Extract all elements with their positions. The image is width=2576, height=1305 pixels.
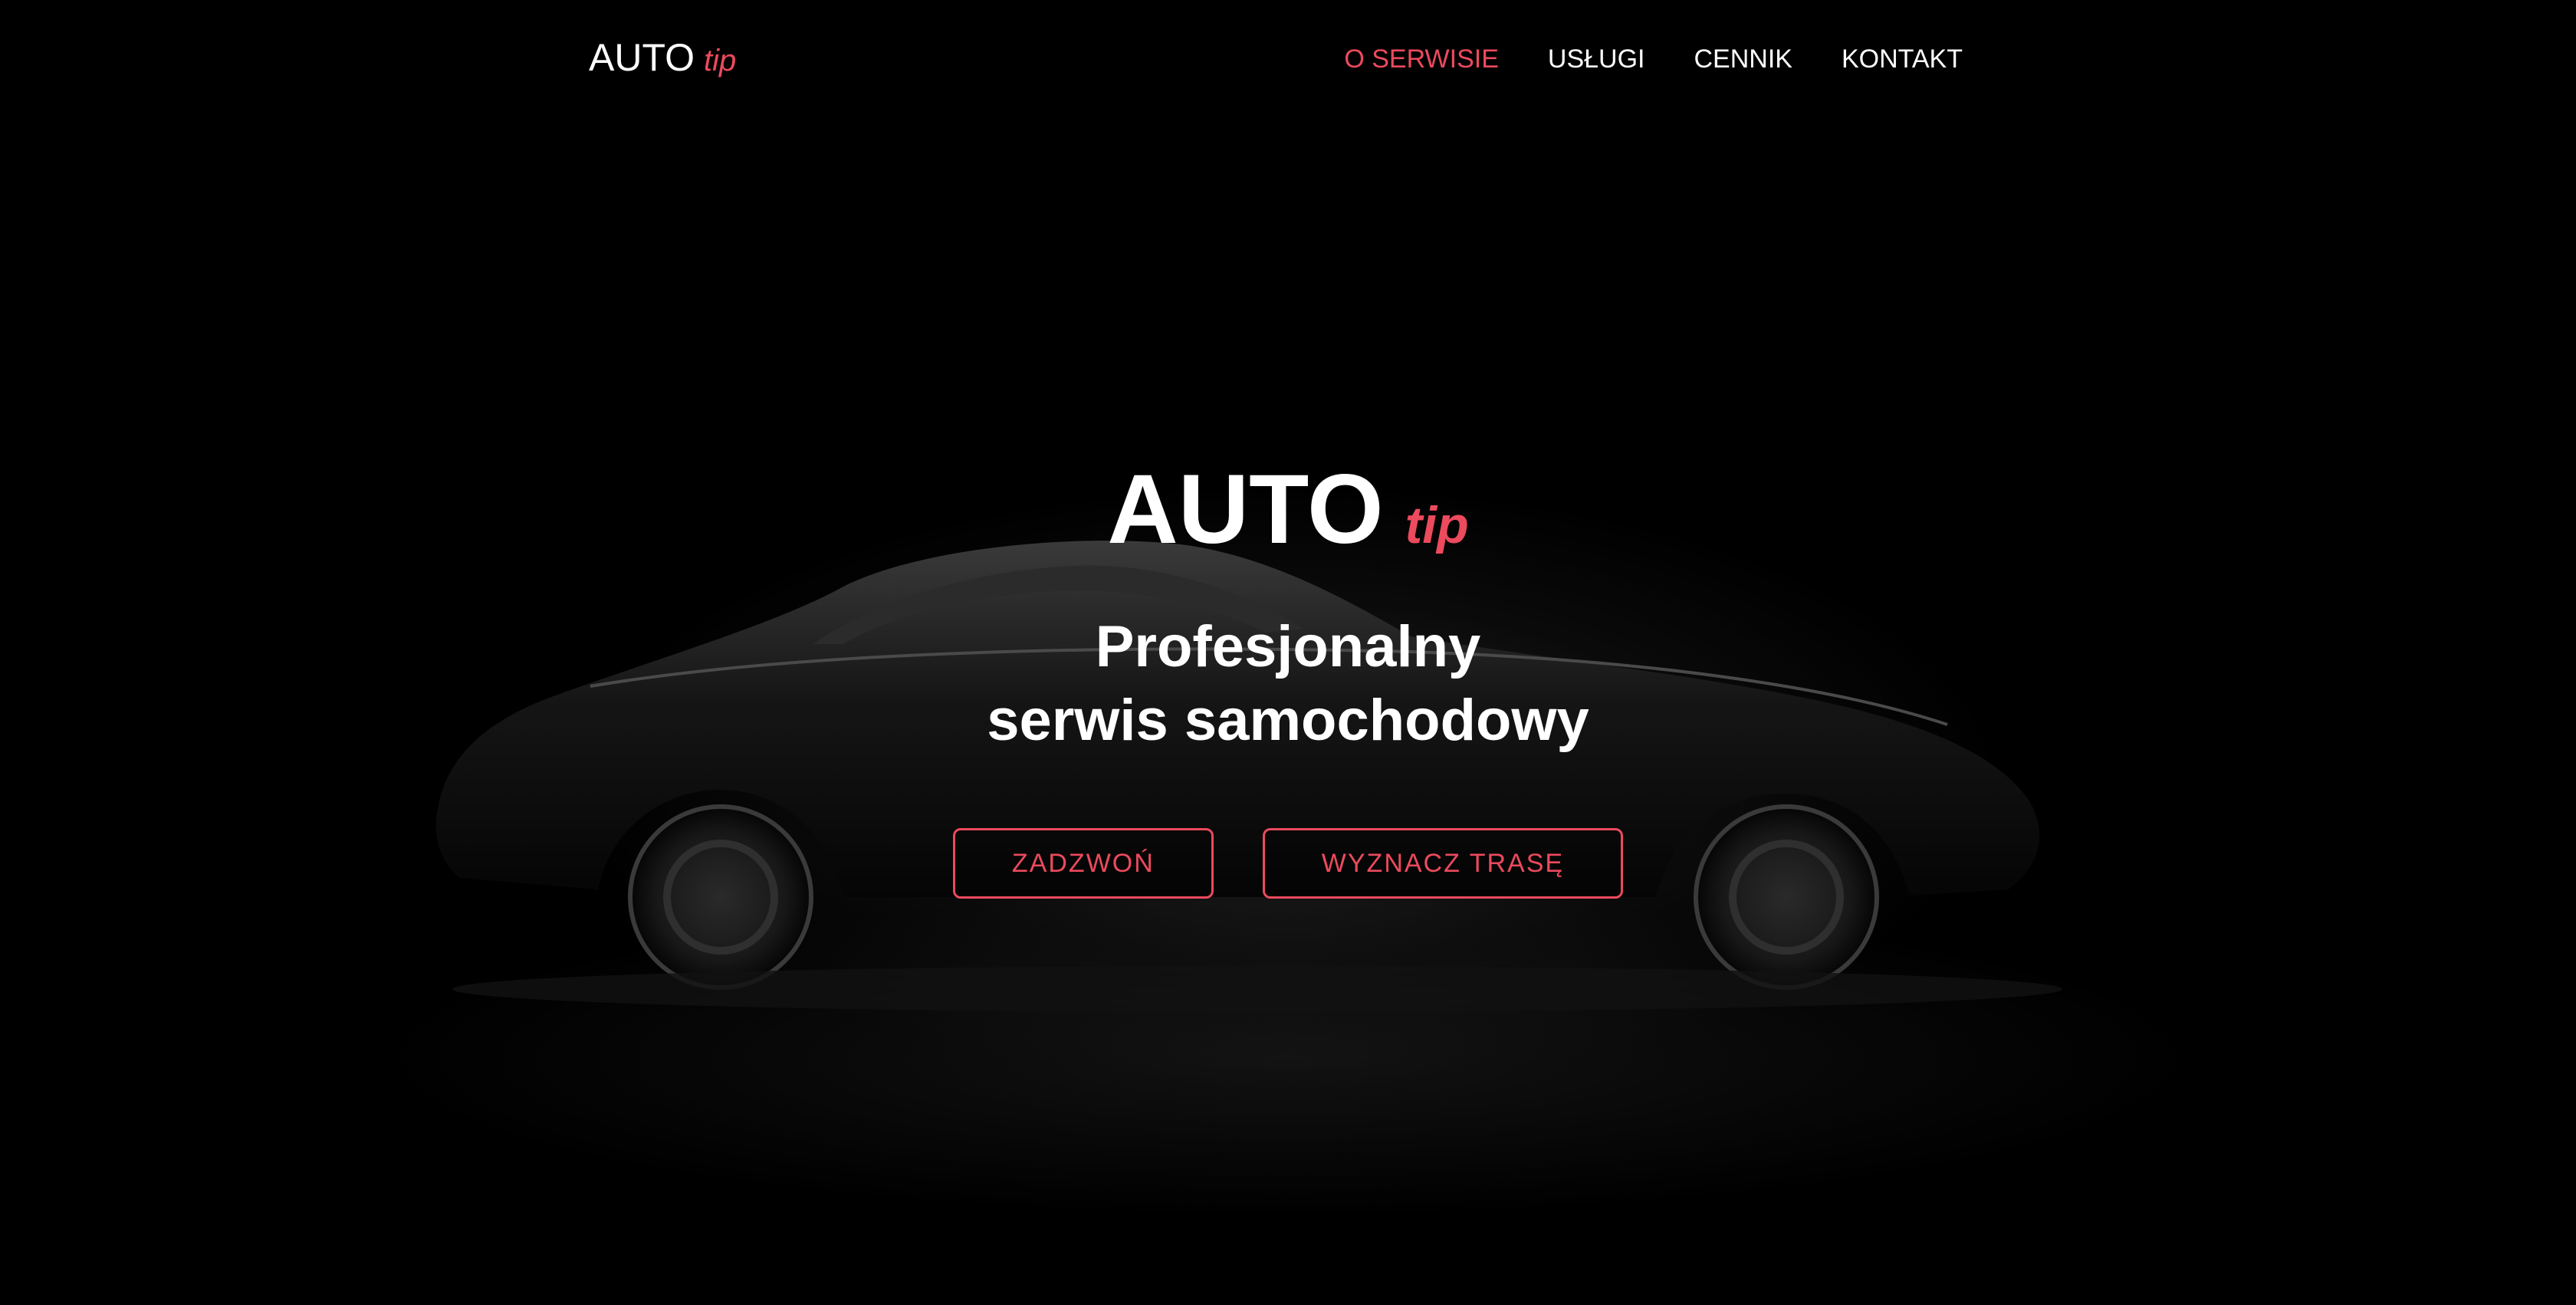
page: AUTO tip O SERWISIE USŁUGI CENNIK KONTAKT… bbox=[0, 0, 2576, 1305]
header-logo[interactable]: AUTO tip bbox=[589, 35, 736, 80]
route-button[interactable]: WYZNACZ TRASĘ bbox=[1262, 828, 1624, 899]
hero-subtitle-line1: Profesjonalny bbox=[1095, 614, 1481, 679]
nav-item-o-serwisie[interactable]: O SERWISIE bbox=[1344, 44, 1499, 74]
hero-section: AUTO tip Profesjonalny serwis samochodowy… bbox=[0, 452, 2576, 899]
hero-subtitle-line2: serwis samochodowy bbox=[987, 688, 1589, 753]
nav-menu: O SERWISIE USŁUGI CENNIK KONTAKT bbox=[1344, 44, 1963, 74]
nav-item-kontakt[interactable]: KONTAKT bbox=[1842, 44, 1963, 74]
hero-subtitle: Profesjonalny serwis samochodowy bbox=[0, 610, 2576, 758]
nav-item-uslugi[interactable]: USŁUGI bbox=[1548, 44, 1645, 74]
header-logo-main: AUTO bbox=[589, 36, 695, 79]
hero-buttons: ZADZWOŃ WYZNACZ TRASĘ bbox=[0, 828, 2576, 899]
hero-title: AUTO tip bbox=[0, 452, 2576, 583]
header-logo-accent: tip bbox=[704, 44, 737, 77]
hero-title-main: AUTO bbox=[1107, 455, 1384, 564]
call-button[interactable]: ZADZWOŃ bbox=[952, 828, 1214, 899]
hero-title-accent: tip bbox=[1405, 496, 1469, 554]
top-navigation: AUTO tip O SERWISIE USŁUGI CENNIK KONTAKT bbox=[0, 0, 2576, 127]
nav-item-cennik[interactable]: CENNIK bbox=[1694, 44, 1792, 74]
